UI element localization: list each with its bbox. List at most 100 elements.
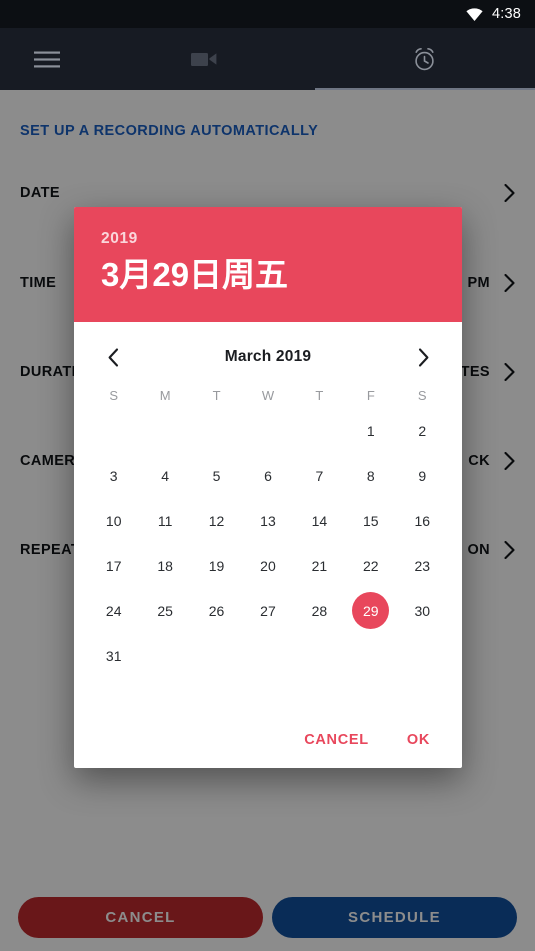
calendar-day-empty [242, 408, 293, 453]
calendar-day-empty [242, 633, 293, 678]
chevron-right-icon [504, 274, 515, 292]
weekday-header: S [109, 387, 119, 403]
calendar-day-label: 5 [212, 467, 221, 484]
hamburger-menu-icon [34, 51, 60, 68]
calendar-day-8[interactable]: 8 [345, 453, 396, 498]
calendar-week-row: 3 4 5 6 7 8 9 [88, 453, 448, 498]
calendar-day-label [249, 412, 286, 449]
calendar-day-label: 8 [366, 467, 375, 484]
calendar-day-22[interactable]: 22 [345, 543, 396, 588]
calendar-day-6[interactable]: 6 [242, 453, 293, 498]
calendar-day-9[interactable]: 9 [397, 453, 448, 498]
calendar-day-label: 30 [414, 602, 431, 619]
next-month-button[interactable] [406, 340, 440, 374]
app-screen: 4:38 SET UP A RECORDING AUTOMATICALLY DA… [0, 0, 535, 951]
calendar-day-label: 29 [352, 592, 390, 629]
tab-scheduler[interactable] [314, 28, 535, 90]
calendar-day-label: 23 [414, 557, 431, 574]
calendar-day-13[interactable]: 13 [242, 498, 293, 543]
calendar-day-label: 14 [311, 512, 328, 529]
dialog-action-bar: CANCEL OK [74, 712, 462, 768]
status-bar: 4:38 [0, 0, 535, 28]
calendar-day-label: 20 [260, 557, 276, 574]
calendar-day-15[interactable]: 15 [345, 498, 396, 543]
selected-date-text[interactable]: 3月29日周五 [101, 251, 435, 299]
row-value-repeat: ON [467, 542, 490, 558]
status-bar-clock: 4:38 [491, 6, 521, 22]
calendar-day-5[interactable]: 5 [191, 453, 242, 498]
calendar-day-empty [191, 633, 242, 678]
weekday-header: T [212, 387, 221, 403]
calendar-day-31[interactable]: 31 [88, 633, 139, 678]
menu-button[interactable] [0, 51, 94, 68]
calendar-day-29[interactable]: 29 [345, 588, 396, 633]
calendar-day-empty [139, 633, 190, 678]
calendar-day-19[interactable]: 19 [191, 543, 242, 588]
calendar-day-3[interactable]: 3 [88, 453, 139, 498]
video-camera-icon [191, 50, 217, 68]
cancel-button[interactable]: CANCEL [18, 897, 263, 938]
calendar-day-27[interactable]: 27 [242, 588, 293, 633]
calendar-day-label: 4 [161, 467, 170, 484]
calendar-day-label: 13 [260, 512, 276, 529]
calendar-day-25[interactable]: 25 [139, 588, 190, 633]
selected-year[interactable]: 2019 [101, 229, 435, 249]
calendar-day-10[interactable]: 10 [88, 498, 139, 543]
calendar-week-row: 24 25 26 27 28 29 30 [88, 588, 448, 633]
calendar-day-label [147, 412, 184, 449]
bottom-action-bar: CANCEL SCHEDULE [0, 897, 535, 938]
date-picker-header: 2019 3月29日周五 [74, 207, 462, 322]
calendar-day-empty [345, 633, 396, 678]
tab-video[interactable] [94, 28, 315, 90]
calendar-day-empty [294, 408, 345, 453]
row-date[interactable]: DATE [0, 178, 535, 208]
calendar-day-30[interactable]: 30 [397, 588, 448, 633]
schedule-button[interactable]: SCHEDULE [272, 897, 517, 938]
row-label-date: DATE [20, 185, 60, 201]
calendar-day-26[interactable]: 26 [191, 588, 242, 633]
app-bar [0, 28, 535, 90]
calendar-day-11[interactable]: 11 [139, 498, 190, 543]
calendar-day-label: 9 [418, 467, 427, 484]
calendar-day-1[interactable]: 1 [345, 408, 396, 453]
weekday-header: W [261, 387, 275, 403]
calendar-day-label: 1 [366, 422, 375, 439]
section-header: SET UP A RECORDING AUTOMATICALLY [20, 123, 319, 139]
calendar-day-7[interactable]: 7 [294, 453, 345, 498]
chevron-right-icon [504, 541, 515, 559]
tab-strip [94, 28, 535, 90]
calendar-day-label: 12 [208, 512, 225, 529]
calendar-day-17[interactable]: 17 [88, 543, 139, 588]
calendar-day-2[interactable]: 2 [397, 408, 448, 453]
dialog-cancel-button[interactable]: CANCEL [292, 724, 381, 756]
calendar-day-label [95, 412, 132, 449]
previous-month-button[interactable] [96, 340, 130, 374]
calendar-day-14[interactable]: 14 [294, 498, 345, 543]
row-label-repeat: REPEAT [20, 542, 81, 558]
calendar-day-4[interactable]: 4 [139, 453, 190, 498]
calendar-month-label: March 2019 [224, 348, 312, 365]
calendar-day-label: 21 [311, 557, 328, 574]
calendar-day-23[interactable]: 23 [397, 543, 448, 588]
calendar-day-24[interactable]: 24 [88, 588, 139, 633]
calendar-week-row: 12 [88, 408, 448, 453]
calendar-day-label [301, 637, 338, 674]
calendar-day-12[interactable]: 12 [191, 498, 242, 543]
calendar-day-label: 24 [105, 602, 122, 619]
calendar-day-empty [139, 408, 190, 453]
calendar-day-label [198, 637, 235, 674]
calendar-week-row: 10 11 12 13 14 15 16 [88, 498, 448, 543]
dialog-ok-button[interactable]: OK [395, 724, 442, 756]
calendar-day-18[interactable]: 18 [139, 543, 190, 588]
calendar-day-20[interactable]: 20 [242, 543, 293, 588]
calendar-day-empty [294, 633, 345, 678]
calendar-day-label: 7 [315, 467, 324, 484]
calendar-day-21[interactable]: 21 [294, 543, 345, 588]
row-value-time: PM [467, 275, 490, 291]
calendar-day-16[interactable]: 16 [397, 498, 448, 543]
calendar-day-label: 17 [105, 557, 122, 574]
calendar-day-28[interactable]: 28 [294, 588, 345, 633]
calendar-week-row: 17 18 19 20 21 22 23 [88, 543, 448, 588]
calendar-day-label: 3 [109, 467, 118, 484]
alarm-clock-icon [412, 47, 437, 72]
